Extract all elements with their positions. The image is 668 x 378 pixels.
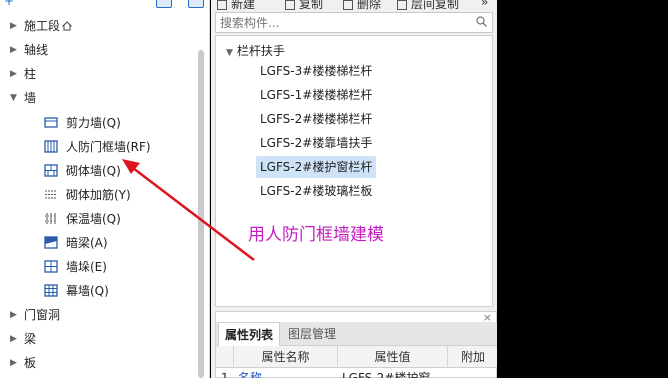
tree-item-insulation-wall[interactable]: 保温墙(Q) [0,207,200,231]
curtain-wall-icon [44,284,58,297]
column-header-extra: 附加 [460,350,485,364]
list-item[interactable]: LGFS-2#楼靠墙扶手 [256,132,376,154]
copy-icon [285,0,295,10]
tree-item-label: 幕墙(Q) [66,284,109,298]
search-input[interactable] [216,13,466,32]
tree-item-label: 保温墙(Q) [66,212,121,226]
tree-item-label: 门窗洞 [24,308,61,322]
expand-icon[interactable]: ▶ [10,327,17,351]
expand-icon[interactable]: ▶ [10,351,17,375]
tree-item-label: 梁 [24,332,37,346]
new-icon [217,0,227,10]
list-item[interactable]: LGFS-3#楼楼梯栏杆 [256,60,376,82]
tree-item-slab[interactable]: ▶ 板 [0,351,200,375]
expand-icon[interactable]: ▶ [10,62,17,86]
tree-item-hidden-beam[interactable]: 暗梁(A) [0,231,200,255]
tree-item-label: 板 [24,356,37,370]
tree-item-label: 暗梁(A) [66,236,108,250]
tree-item-wall-pier[interactable]: 墙垛(E) [0,255,200,279]
tree-item-label: 砌体加筋(Y) [66,188,131,202]
tree-item-label: 柱 [24,67,37,81]
table-row[interactable]: 1 名称 LGFS-2#楼护窗 [216,368,498,378]
shear-wall-icon [44,117,58,128]
hidden-beam-icon [44,236,58,249]
tree-item-label: 墙 [24,91,37,105]
layer-copy-label: 层间复制 [411,0,460,11]
collapse-icon[interactable]: ▼ [10,86,17,110]
tree-item-door-window-opening[interactable]: ▶ 门窗洞 [0,303,200,327]
expand-icon[interactable]: ▶ [10,303,17,327]
tree-item-masonry-wall[interactable]: 砌体墙(Q) [0,159,200,183]
tree-item-masonry-reinforcement[interactable]: 砌体加筋(Y) [0,183,200,207]
list-view-button[interactable] [156,0,172,8]
property-name-link[interactable]: 名称 [238,368,262,378]
component-list-panel: 新建 复制 删除 层间复制 » ▼栏杆扶手 LGFS-3#楼楼梯栏杆 LGFS-… [211,0,498,378]
expand-icon[interactable]: ▶ [10,38,17,62]
layer-copy-button[interactable]: 层间复制 [397,0,459,12]
masonry-wall-icon [44,164,58,177]
list-item-selected[interactable]: LGFS-2#楼护窗栏杆 [256,156,377,178]
grid-view-button[interactable] [188,0,204,8]
dark-canvas-area [497,0,668,378]
tree-item-curtain-wall[interactable]: 幕墙(Q) [0,279,200,303]
component-list: ▼ 栏杆扶手 LGFS-3#楼楼梯栏杆 LGFS-1#楼楼梯栏杆 LGFS-2#楼… [215,35,493,307]
tree-item-wall[interactable]: ▼ 墙 [0,86,200,110]
tree-item-column[interactable]: ▶ 柱 [0,62,200,86]
tab-property-list[interactable]: 属性列表 [218,322,281,346]
add-icon[interactable]: + [4,0,14,8]
tab-layer-management[interactable]: 图层管理 [282,322,342,346]
properties-tabs: 属性列表 图层管理 [216,322,498,346]
search-icon[interactable] [476,16,487,27]
tree-item-axis[interactable]: ▶ 轴线 [0,38,200,62]
masonry-reinforcement-icon [45,190,57,199]
tree-item-shear-wall[interactable]: 剪力墙(Q) [0,111,200,135]
layer-copy-icon [397,0,407,10]
group-label: 栏杆扶手 [236,44,285,58]
new-label: 新建 [231,0,256,11]
list-item[interactable]: LGFS-2#楼楼梯栏杆 [256,108,376,130]
tree-item-civil-defense-door-frame-wall[interactable]: 人防门框墙(RF) [0,135,200,159]
insulation-wall-icon [45,213,57,224]
copy-button[interactable]: 复制 [285,0,323,12]
component-group-railing[interactable]: ▼ 栏杆扶手 [226,40,285,62]
properties-header: 属性名称 属性值 附加 [216,346,498,368]
column-header-name: 属性名称 [234,346,338,368]
annotation-text: 用人防门框墙建模 [248,225,384,245]
delete-icon [343,0,353,10]
component-tree-panel: + ▶ 施工段 ▶ 轴线 ▶ 柱 ▼ 墙 剪力墙(Q) 人防门框墙(RF) 砌体… [0,0,210,378]
search-box [215,12,493,33]
column-header-value: 属性值 [338,346,448,368]
row-index: 1 [221,371,229,378]
civil-defense-door-frame-wall-icon [44,140,58,153]
component-toolbar: 新建 复制 删除 层间复制 » [211,0,497,12]
list-item[interactable]: LGFS-1#楼楼梯栏杆 [256,84,376,106]
delete-label: 删除 [357,0,382,11]
wall-pier-icon [44,260,58,273]
house-icon [62,21,72,31]
property-value-field[interactable]: LGFS-2#楼护窗 [342,368,430,378]
expand-icon[interactable]: ▶ [10,14,17,38]
properties-panel: × 属性列表 图层管理 属性名称 属性值 附加 1 名称 LGFS-2#楼护窗 [215,311,498,378]
tree-item-label: 剪力墙(Q) [66,116,121,130]
copy-label: 复制 [299,0,324,11]
tree-item-beam[interactable]: ▶ 梁 [0,327,200,351]
collapse-icon[interactable]: ▼ [226,48,233,58]
list-item[interactable]: LGFS-2#楼玻璃栏板 [256,180,376,202]
more-button[interactable]: » [481,0,488,9]
tree-item-construction-section[interactable]: ▶ 施工段 [0,14,200,38]
index-column-header [216,346,234,368]
tree-item-label: 人防门框墙(RF) [66,140,151,154]
tree-item-label: 轴线 [24,43,49,57]
new-button[interactable]: 新建 [217,0,255,12]
tree-toolbar: + [0,0,210,10]
tree-scrollbar[interactable] [198,50,204,378]
tree-item-label: 砌体墙(Q) [66,164,121,178]
tree-item-label: 墙垛(E) [66,260,107,274]
delete-button[interactable]: 删除 [343,0,381,12]
tree-item-label: 施工段 [24,19,61,33]
